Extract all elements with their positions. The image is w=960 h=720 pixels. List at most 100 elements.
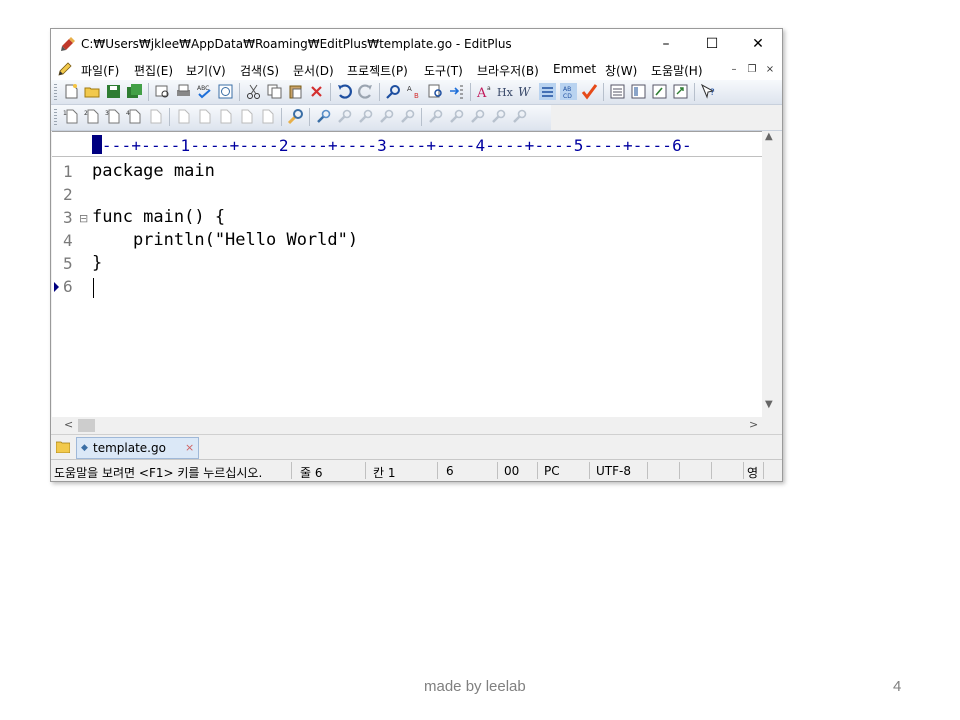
file-1-icon[interactable]: 1 [63,108,80,125]
fold-toggle-icon[interactable]: ⊟ [79,212,88,225]
output-window-icon[interactable] [651,83,668,100]
user-tool-7-icon[interactable] [448,108,465,125]
context-help-icon[interactable]: ? [700,83,717,100]
file-7-icon[interactable] [196,108,213,125]
delete-icon[interactable] [308,83,325,100]
title-bar[interactable]: C:₩Users₩jklee₩AppData₩Roaming₩EditPlus₩… [51,29,782,58]
line-number: 5 [63,254,73,273]
user-tool-config-icon[interactable] [287,108,304,125]
svg-text:CD: CD [563,93,572,100]
goto-line-icon[interactable] [448,83,465,100]
mdi-minimize-button[interactable]: – [726,62,742,76]
code-line[interactable]: func main() { [92,207,225,227]
file-2-icon[interactable]: 2 [84,108,101,125]
user-tool-3-icon[interactable] [357,108,374,125]
file-10-icon[interactable] [259,108,276,125]
find-icon[interactable] [385,83,402,100]
scroll-down-icon[interactable]: ▼ [765,399,773,410]
tab-template-go[interactable]: ◆ template.go × [76,437,199,459]
user-tool-4-icon[interactable] [378,108,395,125]
menu-project[interactable]: 프로젝트(P) [347,62,408,79]
line-number-toggle-icon[interactable] [539,83,556,100]
horizontal-scroll-thumb[interactable] [78,419,95,432]
document-pen-icon[interactable] [57,61,73,77]
file-9-icon[interactable] [238,108,255,125]
toolbar-grip[interactable] [54,84,57,100]
replace-icon[interactable]: AB [406,83,423,100]
undo-icon[interactable] [336,83,353,100]
menu-document[interactable]: 문서(D) [293,62,334,79]
menu-search[interactable]: 검색(S) [240,62,279,79]
scroll-left-icon[interactable]: < [64,418,73,431]
code-line[interactable]: package main [92,161,215,181]
user-tool-1-icon[interactable] [315,108,332,125]
user-tool-2-icon[interactable] [336,108,353,125]
close-button[interactable]: ✕ [735,29,781,58]
editplus-window: C:₩Users₩jklee₩AppData₩Roaming₩EditPlus₩… [50,28,783,482]
status-encoding[interactable]: UTF-8 [596,464,631,478]
file-3-icon[interactable]: 3 [105,108,122,125]
horizontal-scrollbar[interactable]: < > [52,417,779,434]
fullscreen-icon[interactable] [672,83,689,100]
status-bar: 도움말을 보려면 <F1> 키를 누르십시오. 줄 6 칸 1 6 00 PC … [51,459,782,481]
user-tool-5-icon[interactable] [399,108,416,125]
vertical-scrollbar[interactable]: ▲ ▼ [762,131,779,417]
menu-file[interactable]: 파일(F) [81,62,119,79]
spell-check-icon[interactable]: ABC [196,83,213,100]
cliptext-window-icon[interactable] [630,83,647,100]
menu-emmet[interactable]: Emmet [553,62,596,76]
menu-view[interactable]: 보기(V) [186,62,226,79]
redo-icon[interactable] [357,83,374,100]
svg-text:a: a [487,85,491,92]
file-4-icon[interactable]: 4 [126,108,143,125]
directory-window-icon[interactable] [609,83,626,100]
svg-text:Hx: Hx [497,86,514,99]
user-tool-8-icon[interactable] [469,108,486,125]
scroll-right-icon[interactable]: > [749,418,758,431]
menu-window[interactable]: 창(W) [605,62,637,79]
code-line[interactable]: println("Hello World") [92,230,358,250]
code-line[interactable]: } [92,253,102,273]
folder-icon[interactable] [56,440,70,453]
svg-text:W: W [518,85,532,99]
open-folder-icon[interactable] [84,83,101,100]
word-wrap-icon[interactable]: W [518,83,535,100]
new-file-icon[interactable] [63,83,80,100]
maximize-button[interactable]: ☐ [689,29,735,58]
column-ruler-icon[interactable]: ABCD [560,83,577,100]
menu-edit[interactable]: 편집(E) [134,62,173,79]
user-tool-6-icon[interactable] [427,108,444,125]
editor-area[interactable]: ----+----1----+----2----+----3----+----4… [52,131,779,418]
cut-icon[interactable] [245,83,262,100]
save-all-icon[interactable] [126,83,143,100]
user-tool-10-icon[interactable] [511,108,528,125]
minimize-button[interactable]: – [643,29,689,58]
status-line-ending[interactable]: PC [544,464,560,478]
print-preview-icon[interactable] [154,83,171,100]
paste-icon[interactable] [287,83,304,100]
menu-help[interactable]: 도움말(H) [651,62,703,79]
font-icon[interactable]: Aa [476,83,493,100]
mdi-close-button[interactable]: × [762,62,778,76]
maximize-icon: ☐ [705,35,719,52]
file-8-icon[interactable] [217,108,234,125]
toolbar-grip-2[interactable] [54,109,57,125]
modified-dot-icon: ◆ [81,443,88,453]
line-number: 6 [63,277,73,296]
html-toolbar-icon[interactable]: Hx [497,83,514,100]
menu-tools[interactable]: 도구(T) [424,62,463,79]
user-tool-9-icon[interactable] [490,108,507,125]
checkmark-icon[interactable] [581,83,598,100]
scroll-up-icon[interactable]: ▲ [765,131,773,142]
tab-close-icon[interactable]: × [185,441,194,454]
file-5-icon[interactable] [147,108,164,125]
browser-preview-icon[interactable] [217,83,234,100]
copy-icon[interactable] [266,83,283,100]
print-icon[interactable] [175,83,192,100]
footer-credit: made by leelab [424,678,526,695]
save-icon[interactable] [105,83,122,100]
file-6-icon[interactable] [175,108,192,125]
menu-browser[interactable]: 브라우저(B) [477,62,539,79]
mdi-restore-button[interactable]: ❐ [744,62,760,76]
find-in-files-icon[interactable] [427,83,444,100]
